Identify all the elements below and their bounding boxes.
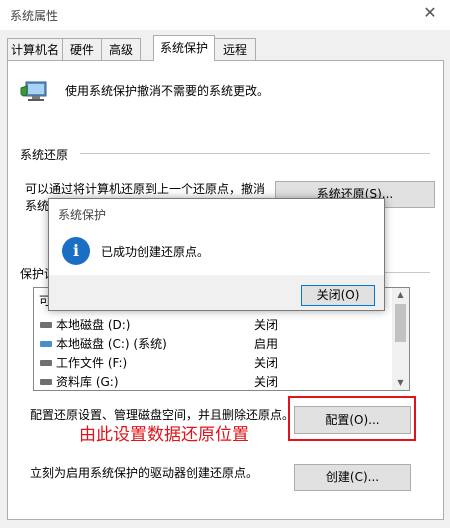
tab-remote[interactable]: 远程: [214, 38, 256, 60]
section-divider: [80, 153, 430, 154]
info-icon: i: [62, 237, 90, 265]
drive-status: 启用: [254, 337, 279, 351]
window-title: 系统属性: [10, 9, 59, 23]
drive-name: 资料库 (G:): [56, 375, 119, 389]
dialog-title-bar: 系统保护: [49, 199, 384, 227]
list-item[interactable]: 本地磁盘 (D:) 关闭: [34, 316, 392, 334]
drive-status: 关闭: [254, 356, 279, 370]
intro-text: 使用系统保护撤消不需要的系统更改。: [65, 84, 270, 98]
vertical-scrollbar[interactable]: ▲ ▼: [392, 288, 409, 390]
create-button[interactable]: 创建(C)...: [294, 464, 411, 491]
create-description: 立刻为启用系统保护的驱动器创建还原点。: [30, 466, 259, 480]
list-item[interactable]: 工作文件 (F:) 关闭: [34, 354, 392, 372]
dialog-close-button[interactable]: 关闭(O): [301, 285, 375, 306]
drive-icon: [40, 360, 52, 366]
system-properties-window: 系统属性 ✕ 计算机名 硬件 高级 系统保护 远程 使用系统保护撤消不需要的系统…: [0, 0, 450, 528]
restore-description-line1: 可以通过将计算机还原到上一个还原点，撤消: [25, 182, 266, 196]
computer-shield-icon: [20, 80, 50, 106]
dialog-body: i 已成功创建还原点。: [49, 227, 384, 275]
annotation-text: 由此设置数据还原位置: [79, 425, 249, 445]
drive-name: 工作文件 (F:): [56, 356, 128, 370]
drive-icon: [40, 379, 52, 385]
tab-system-protection[interactable]: 系统保护: [153, 35, 215, 61]
tab-advanced[interactable]: 高级: [101, 38, 141, 60]
drive-name: 本地磁盘 (D:): [56, 318, 131, 332]
annotation-highlight-box: [288, 396, 416, 441]
tab-computer-name[interactable]: 计算机名: [7, 38, 63, 60]
scroll-up-icon[interactable]: ▲: [392, 288, 409, 302]
system-restore-section-title: 系统还原: [20, 148, 69, 162]
success-dialog: 系统保护 i 已成功创建还原点。 关闭(O): [48, 198, 385, 311]
drive-status: 关闭: [254, 318, 279, 332]
close-icon[interactable]: ✕: [420, 3, 440, 23]
drive-icon: [40, 322, 52, 328]
drive-status: 关闭: [254, 375, 279, 389]
list-item[interactable]: 本地磁盘 (C:) (系统) 启用: [34, 335, 392, 353]
title-bar: 系统属性 ✕: [0, 0, 450, 30]
list-item[interactable]: 资料库 (G:) 关闭: [34, 373, 392, 390]
tab-hardware[interactable]: 硬件: [62, 38, 102, 60]
scroll-thumb[interactable]: [395, 304, 406, 342]
scroll-down-icon[interactable]: ▼: [392, 376, 409, 390]
dialog-message: 已成功创建还原点。: [101, 245, 210, 259]
drive-name: 本地磁盘 (C:) (系统): [56, 337, 167, 351]
system-drive-icon: [40, 341, 52, 347]
dialog-title: 系统保护: [58, 208, 107, 222]
section-divider: [385, 272, 430, 273]
restore-description-line2: 系统: [25, 199, 50, 213]
